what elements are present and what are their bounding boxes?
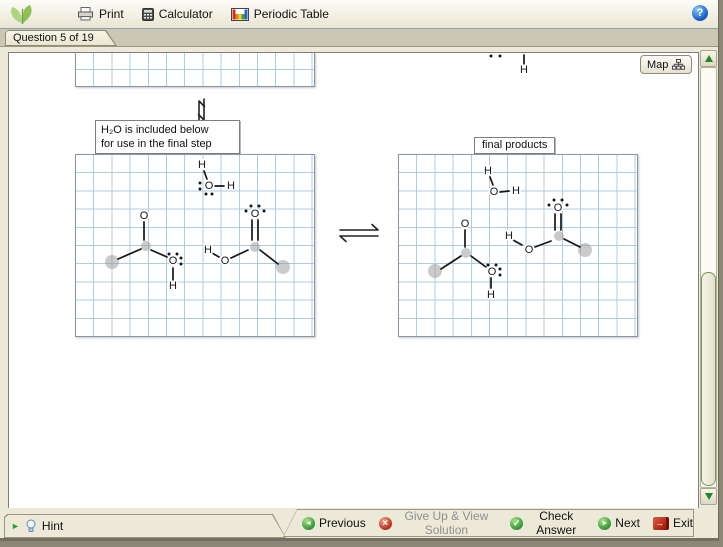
footer-bar: ► Hint ◄ Previous × Give Up & View Solut… — [0, 508, 718, 538]
check-answer-label: Check Answer — [536, 509, 577, 537]
vertical-scrollbar — [700, 50, 717, 505]
next-icon: ► — [598, 516, 612, 530]
give-up-icon: × — [378, 516, 392, 530]
print-label: Print — [99, 7, 124, 21]
hint-label: Hint — [41, 519, 64, 533]
svg-text:H: H — [169, 280, 177, 292]
svg-text:O: O — [140, 210, 149, 222]
map-label: Map — [647, 58, 669, 71]
tab-strip: Question 5 of 19 — [0, 29, 718, 47]
svg-text:H: H — [484, 165, 492, 177]
svg-text:O: O — [169, 255, 178, 267]
scroll-up-button[interactable] — [700, 50, 717, 67]
h2o-note-line2: for use in the final step — [101, 138, 212, 150]
h2o-note-box: H₂O is included below for use in the fin… — [95, 120, 240, 154]
check-answer-button[interactable]: ✓ Check Answer — [510, 509, 585, 537]
scratch-grid-partial[interactable] — [75, 53, 315, 87]
toolbar: Print Calculator Periodic Table ? — [0, 0, 718, 29]
scrollbar-thumb[interactable] — [701, 272, 716, 486]
periodic-table-label: Periodic Table — [253, 7, 329, 21]
check-answer-icon: ✓ — [510, 516, 524, 530]
svg-text:H: H — [512, 185, 520, 197]
question-tab-label: Question 5 of 19 — [13, 32, 94, 44]
print-icon — [78, 7, 93, 21]
down-arrow-icon — [704, 493, 713, 500]
exit-label: Exit — [672, 516, 693, 530]
expand-triangle-icon: ► — [11, 520, 20, 531]
navigation-bar: ◄ Previous × Give Up & View Solution ✓ C… — [283, 509, 694, 537]
reactants-panel[interactable]: HOHOOHHOO — [75, 154, 315, 337]
svg-text:O: O — [205, 180, 214, 192]
previous-button[interactable]: ◄ Previous — [302, 516, 366, 530]
next-button[interactable]: ► Next — [598, 516, 640, 530]
navigation-bar-face: ◄ Previous × Give Up & View Solution ✓ C… — [284, 510, 693, 536]
svg-text:O: O — [490, 186, 499, 198]
calculator-icon — [141, 7, 154, 21]
give-up-button[interactable]: × Give Up & View Solution — [378, 509, 497, 537]
calculator-label: Calculator — [158, 7, 213, 21]
svg-text:O: O — [461, 218, 470, 230]
help-glyph: ? — [696, 7, 704, 19]
svg-text:H: H — [227, 180, 235, 192]
calculator-button[interactable]: Calculator — [133, 5, 222, 23]
help-button[interactable]: ? — [692, 5, 708, 21]
next-label: Next — [615, 516, 640, 530]
up-arrow-icon — [704, 55, 713, 62]
svg-text:O: O — [554, 202, 563, 214]
svg-text:H: H — [198, 159, 206, 171]
scroll-down-button[interactable] — [700, 488, 717, 505]
products-panel[interactable]: HOHOOHHOO — [398, 154, 638, 337]
previous-label: Previous — [319, 516, 366, 530]
screen: { "header": { "print": "Print", "calcula… — [0, 0, 723, 547]
give-up-label: Give Up & View Solution — [404, 509, 489, 537]
print-button[interactable]: Print — [68, 5, 133, 23]
hint-bar[interactable]: ► Hint — [4, 514, 286, 538]
svg-text:H: H — [520, 64, 528, 76]
map-hierarchy-icon — [672, 59, 686, 70]
equilibrium-arrow-horizontal — [339, 223, 379, 243]
svg-text:O: O — [488, 266, 497, 278]
h2o-note-line1: H₂O is included below — [101, 124, 209, 136]
svg-text:H: H — [487, 289, 495, 301]
scrollbar-track[interactable] — [700, 67, 717, 488]
lightbulb-icon — [25, 519, 37, 533]
svg-text:H: H — [505, 230, 513, 242]
exit-button[interactable]: → Exit — [652, 516, 693, 530]
previous-icon: ◄ — [302, 516, 315, 530]
plant-logo-icon — [11, 5, 32, 24]
periodic-table-button[interactable]: Periodic Table — [222, 5, 338, 23]
svg-text:H: H — [204, 244, 212, 256]
final-products-label: final products — [474, 137, 556, 154]
svg-text:O: O — [221, 255, 230, 267]
svg-text:O: O — [525, 244, 534, 256]
map-button[interactable]: Map — [640, 55, 693, 74]
hint-bar-face: ► Hint — [5, 515, 285, 537]
final-products-text: final products — [482, 139, 548, 151]
content-frame: H Map H₂O is included below for use in t… — [0, 47, 718, 509]
app-window: Print Calculator Periodic Table ? Questi… — [0, 0, 718, 541]
question-workspace: H Map H₂O is included below for use in t… — [8, 52, 699, 509]
svg-text:O: O — [251, 208, 260, 220]
periodic-table-icon — [230, 7, 249, 21]
exit-icon: → — [652, 516, 669, 530]
question-tab[interactable]: Question 5 of 19 — [5, 30, 117, 46]
question-tab-face: Question 5 of 19 — [6, 31, 115, 45]
molecule-fragment: H — [489, 54, 530, 78]
